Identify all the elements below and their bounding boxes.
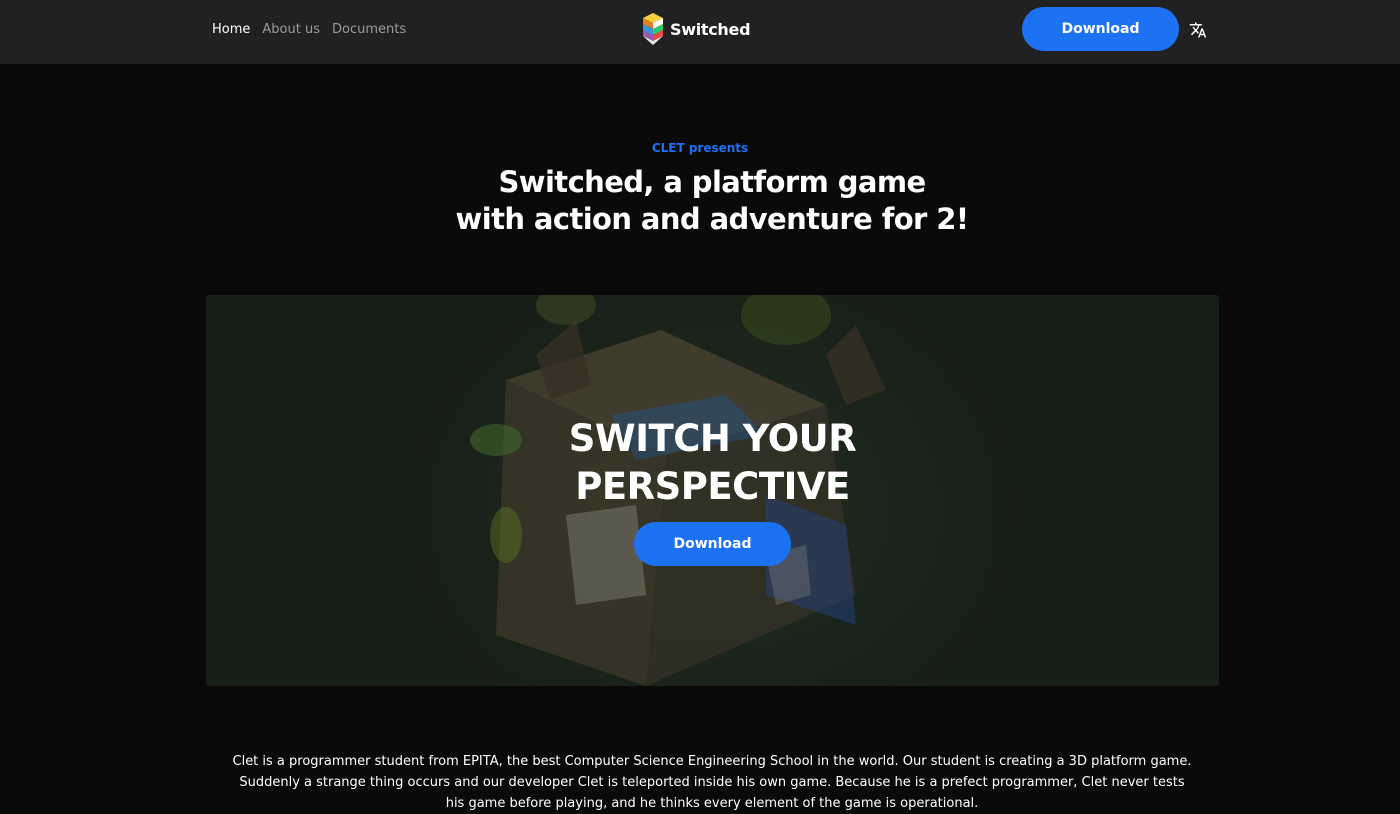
nav-download-button[interactable]: Download [1022,7,1179,51]
story-paragraph: Clet is a programmer student from EPITA,… [232,754,1192,811]
presents-label: CLET presents [651,141,749,155]
headline-line-2: with action and adventure for 2! [455,202,970,236]
page-headline: Switched, a platform game with action an… [0,164,1400,238]
hero-banner: SWITCH YOUR PERSPECTIVE Download [206,295,1219,686]
hero-title-line-1: SWITCH YOUR [568,417,857,460]
brand-name: Switched [670,19,751,39]
brand-logo[interactable]: Switched [642,12,751,46]
translate-button[interactable] [1188,20,1208,40]
headline-line-1: Switched, a platform game [498,165,926,199]
hero-title: SWITCH YOUR PERSPECTIVE [206,415,1219,511]
nav-links: Home About us Documents [212,0,406,58]
hero-title-line-2: PERSPECTIVE [575,465,850,508]
nav-link-documents[interactable]: Documents [332,22,406,37]
switched-logo-icon [643,13,663,45]
navbar: Home About us Documents Switched Downloa… [0,0,1400,64]
translate-icon [1189,22,1207,38]
nav-link-about-us[interactable]: About us [262,22,320,37]
hero-download-button[interactable]: Download [634,522,791,566]
nav-link-home[interactable]: Home [212,22,250,37]
